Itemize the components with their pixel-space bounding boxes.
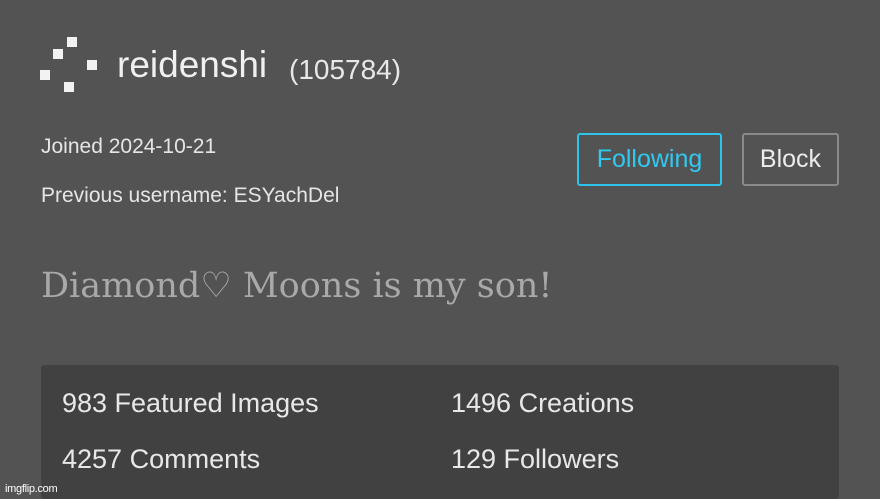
avatar-pixel (64, 82, 74, 92)
profile-username: reidenshi (117, 44, 268, 85)
previous-username: Previous username: ESYachDel (41, 184, 340, 207)
stat-creations[interactable]: 1496 Creations (451, 386, 634, 420)
avatar-pixel-identicon-icon[interactable] (40, 37, 98, 93)
joined-date: Joined 2024-10-21 (41, 135, 217, 158)
avatar-pixel (53, 49, 63, 59)
following-button[interactable]: Following (577, 133, 722, 186)
stat-comments[interactable]: 4257 Comments (62, 442, 260, 476)
stats-panel: 983 Featured Images 1496 Creations 4257 … (41, 365, 839, 499)
stat-featured-images[interactable]: 983 Featured Images (62, 386, 319, 420)
stat-followers[interactable]: 129 Followers (451, 442, 619, 476)
avatar-pixel (40, 70, 50, 80)
imgflip-watermark: imgflip.com (5, 483, 58, 495)
block-button[interactable]: Block (742, 133, 839, 186)
profile-bio: Diamond♡ Moons is my son! (41, 266, 553, 306)
avatar-pixel (87, 60, 97, 70)
avatar-pixel (67, 37, 77, 47)
profile-user-id: (105784) (289, 54, 402, 85)
